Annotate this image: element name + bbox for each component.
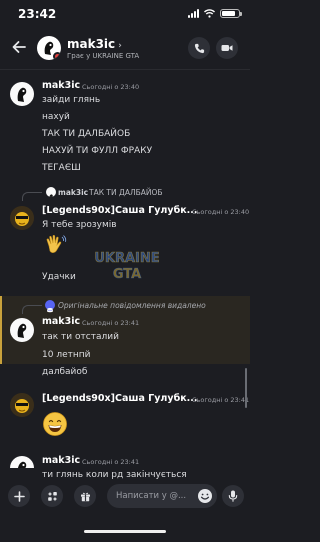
apps-icon bbox=[47, 491, 57, 501]
reply-connector bbox=[22, 192, 42, 201]
message-composer: ти глянь коли рд закінчується Написати у… bbox=[0, 468, 250, 542]
message-author[interactable]: mak3ic bbox=[42, 80, 80, 91]
chevron-right-icon: › bbox=[118, 41, 122, 51]
scrollbar[interactable] bbox=[245, 368, 247, 408]
dnd-status-icon bbox=[53, 52, 61, 60]
gift-icon bbox=[80, 492, 90, 501]
reply-preview[interactable]: ТАК ТИ ДАЛБАЙОБ bbox=[89, 188, 163, 197]
message-text: зайди глянь bbox=[42, 95, 101, 105]
arrow-left-icon[interactable] bbox=[10, 38, 28, 56]
message-author[interactable]: mak3ic bbox=[42, 455, 80, 466]
header-name[interactable]: mak3ic › bbox=[67, 37, 122, 51]
message-text: ТАК ТИ ДАЛБАЙОБ bbox=[42, 129, 131, 139]
wifi-icon bbox=[204, 9, 215, 18]
author-avatar[interactable] bbox=[10, 393, 34, 417]
message-text: нахуй bbox=[42, 112, 70, 122]
add-attachment-button[interactable] bbox=[8, 485, 30, 507]
message-text: так ти отсталий bbox=[42, 332, 119, 342]
reply-avatar bbox=[46, 187, 56, 197]
voice-message-button[interactable] bbox=[222, 485, 244, 507]
status-time: 23:42 bbox=[18, 7, 57, 21]
apps-button[interactable] bbox=[41, 485, 63, 507]
svg-text:UKRAINE: UKRAINE bbox=[94, 251, 159, 266]
message-text: Удачки bbox=[42, 272, 76, 282]
waving-hand-icon bbox=[46, 234, 67, 253]
message-text: 10 летнпй bbox=[42, 350, 91, 360]
message-time: Сьогодні о 23:41 bbox=[192, 396, 250, 404]
emoji-icon[interactable] bbox=[196, 487, 214, 505]
discord-icon bbox=[45, 300, 55, 313]
gift-button[interactable] bbox=[74, 485, 96, 507]
video-call-button[interactable] bbox=[216, 37, 238, 59]
message-author[interactable]: [Legends90x]Саша Гулубк... bbox=[42, 393, 197, 404]
header-activity: Грає у UKRAINE GTA bbox=[67, 52, 140, 60]
battery-icon bbox=[220, 9, 242, 18]
message-text: НАХУЙ ТИ ФУЛЛ ФРАКУ bbox=[42, 146, 153, 156]
reply-connector bbox=[22, 305, 42, 314]
grinning-face-icon bbox=[43, 412, 67, 436]
message-input[interactable]: Написати у @... bbox=[107, 484, 217, 508]
status-bar: 23:42 bbox=[0, 0, 250, 28]
message-time: Сьогодні о 23:40 bbox=[192, 208, 250, 216]
reply-author[interactable]: mak3ic bbox=[58, 188, 88, 197]
call-button[interactable] bbox=[188, 37, 210, 59]
phone-icon bbox=[194, 43, 204, 53]
message-text: ти глянь коли рд закінчується bbox=[42, 470, 187, 480]
chat-header: mak3ic › Грає у UKRAINE GTA bbox=[0, 28, 250, 70]
status-icons bbox=[188, 9, 242, 18]
plus-icon bbox=[13, 490, 25, 502]
ukraine-gta-watermark: UKRAINE GTA bbox=[94, 251, 160, 283]
message-time: Сьогодні о 23:41 bbox=[82, 458, 140, 466]
message-text: ТЕГАЄШ bbox=[42, 163, 81, 173]
message-input-placeholder: Написати у @... bbox=[116, 491, 187, 501]
author-avatar[interactable] bbox=[10, 318, 34, 342]
signal-icon bbox=[188, 9, 199, 18]
microphone-icon bbox=[228, 490, 238, 502]
author-avatar[interactable] bbox=[10, 206, 34, 230]
author-avatar[interactable] bbox=[10, 82, 34, 106]
video-icon bbox=[221, 45, 233, 51]
header-avatar[interactable] bbox=[37, 36, 61, 60]
svg-text:GTA: GTA bbox=[113, 267, 141, 282]
message-time: Сьогодні о 23:40 bbox=[82, 83, 140, 91]
message-author[interactable]: [Legends90x]Саша Гулубк... bbox=[42, 205, 197, 216]
message-text: далбайоб bbox=[42, 367, 88, 377]
deleted-reference: Оригінальне повідомлення видалено bbox=[58, 301, 206, 310]
message-text: Я тебе зрозумів bbox=[42, 220, 117, 230]
message-author[interactable]: mak3ic bbox=[42, 316, 80, 327]
message-time: Сьогодні о 23:41 bbox=[82, 319, 140, 327]
home-indicator bbox=[84, 530, 166, 533]
